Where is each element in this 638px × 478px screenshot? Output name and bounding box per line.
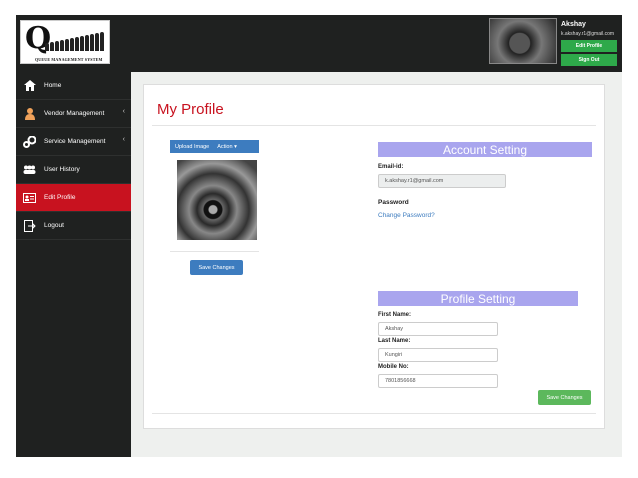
mobile-label: Mobile No: [378, 364, 409, 370]
id-card-icon [23, 192, 36, 204]
main-content: My Profile Upload Image Action ▾ Save Ch… [131, 72, 622, 457]
action-dropdown[interactable]: Action ▾ [217, 144, 237, 150]
sidebar-item-logout[interactable]: Logout [16, 212, 131, 240]
edit-profile-button[interactable]: Edit Profile [561, 40, 617, 52]
account-setting-header: Account Setting [378, 142, 592, 157]
top-header: Q QUEUE MANAGEMENT SYSTEM Akshay k.aksha… [16, 15, 622, 72]
profile-setting-header: Profile Setting [378, 291, 578, 306]
logo-text: QUEUE MANAGEMENT SYSTEM [35, 57, 103, 62]
mobile-field[interactable]: 7801856668 [378, 374, 498, 388]
sidebar-item-label: Service Management [44, 138, 106, 145]
sidebar-item-label: Edit Profile [44, 194, 76, 201]
chevron-left-icon: ‹ [122, 136, 125, 143]
user-name: Akshay [561, 21, 586, 28]
password-label: Password [378, 199, 409, 206]
user-panel: Akshay k.akshay.r1@gmail.com Edit Profil… [489, 18, 619, 66]
change-password-link[interactable]: Change Password? [378, 212, 435, 219]
sidebar-item-label: Vendor Management [44, 110, 105, 117]
logout-icon [23, 219, 36, 232]
chevron-left-icon: ‹ [122, 108, 125, 115]
sidebar-item-label: User History [44, 166, 80, 173]
title-divider [152, 125, 596, 126]
save-changes-button[interactable]: Save Changes [190, 260, 243, 275]
save-profile-button[interactable]: Save Changes [538, 390, 591, 405]
user-email: k.akshay.r1@gmail.com [561, 31, 615, 37]
footer-divider [152, 413, 596, 414]
sidebar-item-label: Home [44, 82, 62, 89]
app-window: Q QUEUE MANAGEMENT SYSTEM Akshay k.aksha… [16, 15, 622, 457]
photo-divider [170, 251, 259, 252]
avatar[interactable] [489, 18, 557, 64]
sidebar-item-label: Logout [44, 222, 64, 229]
first-name-label: First Name: [378, 312, 412, 318]
sidebar-item-service-management[interactable]: Service Management ‹ [16, 128, 131, 156]
email-label: Email-id: [378, 164, 404, 170]
last-name-label: Last Name: [378, 338, 411, 344]
home-icon [23, 80, 36, 92]
sidebar-item-user-history[interactable]: User History [16, 156, 131, 184]
upload-image-button[interactable]: Upload Image Action ▾ [170, 140, 259, 153]
sidebar-item-edit-profile[interactable]: Edit Profile [16, 184, 131, 212]
profile-panel: My Profile Upload Image Action ▾ Save Ch… [143, 84, 605, 429]
page-title: My Profile [157, 101, 224, 118]
app-logo[interactable]: Q QUEUE MANAGEMENT SYSTEM [20, 20, 110, 64]
sidebar-item-vendor-management[interactable]: Vendor Management ‹ [16, 100, 131, 128]
sidebar: Home Vendor Management ‹ Service Managem… [16, 72, 131, 457]
logo-queue-figures [45, 31, 107, 51]
cogs-icon [23, 135, 36, 148]
sign-out-button[interactable]: Sign Out [561, 54, 617, 66]
users-icon [23, 164, 36, 176]
user-icon [23, 107, 36, 120]
upload-label: Upload Image [175, 143, 210, 150]
sidebar-item-home[interactable]: Home [16, 72, 131, 100]
last-name-field[interactable]: Kungiri [378, 348, 498, 362]
email-field[interactable]: k.akshay.r1@gmail.com [378, 174, 506, 188]
profile-photo [177, 160, 257, 240]
first-name-field[interactable]: Akshay [378, 322, 498, 336]
